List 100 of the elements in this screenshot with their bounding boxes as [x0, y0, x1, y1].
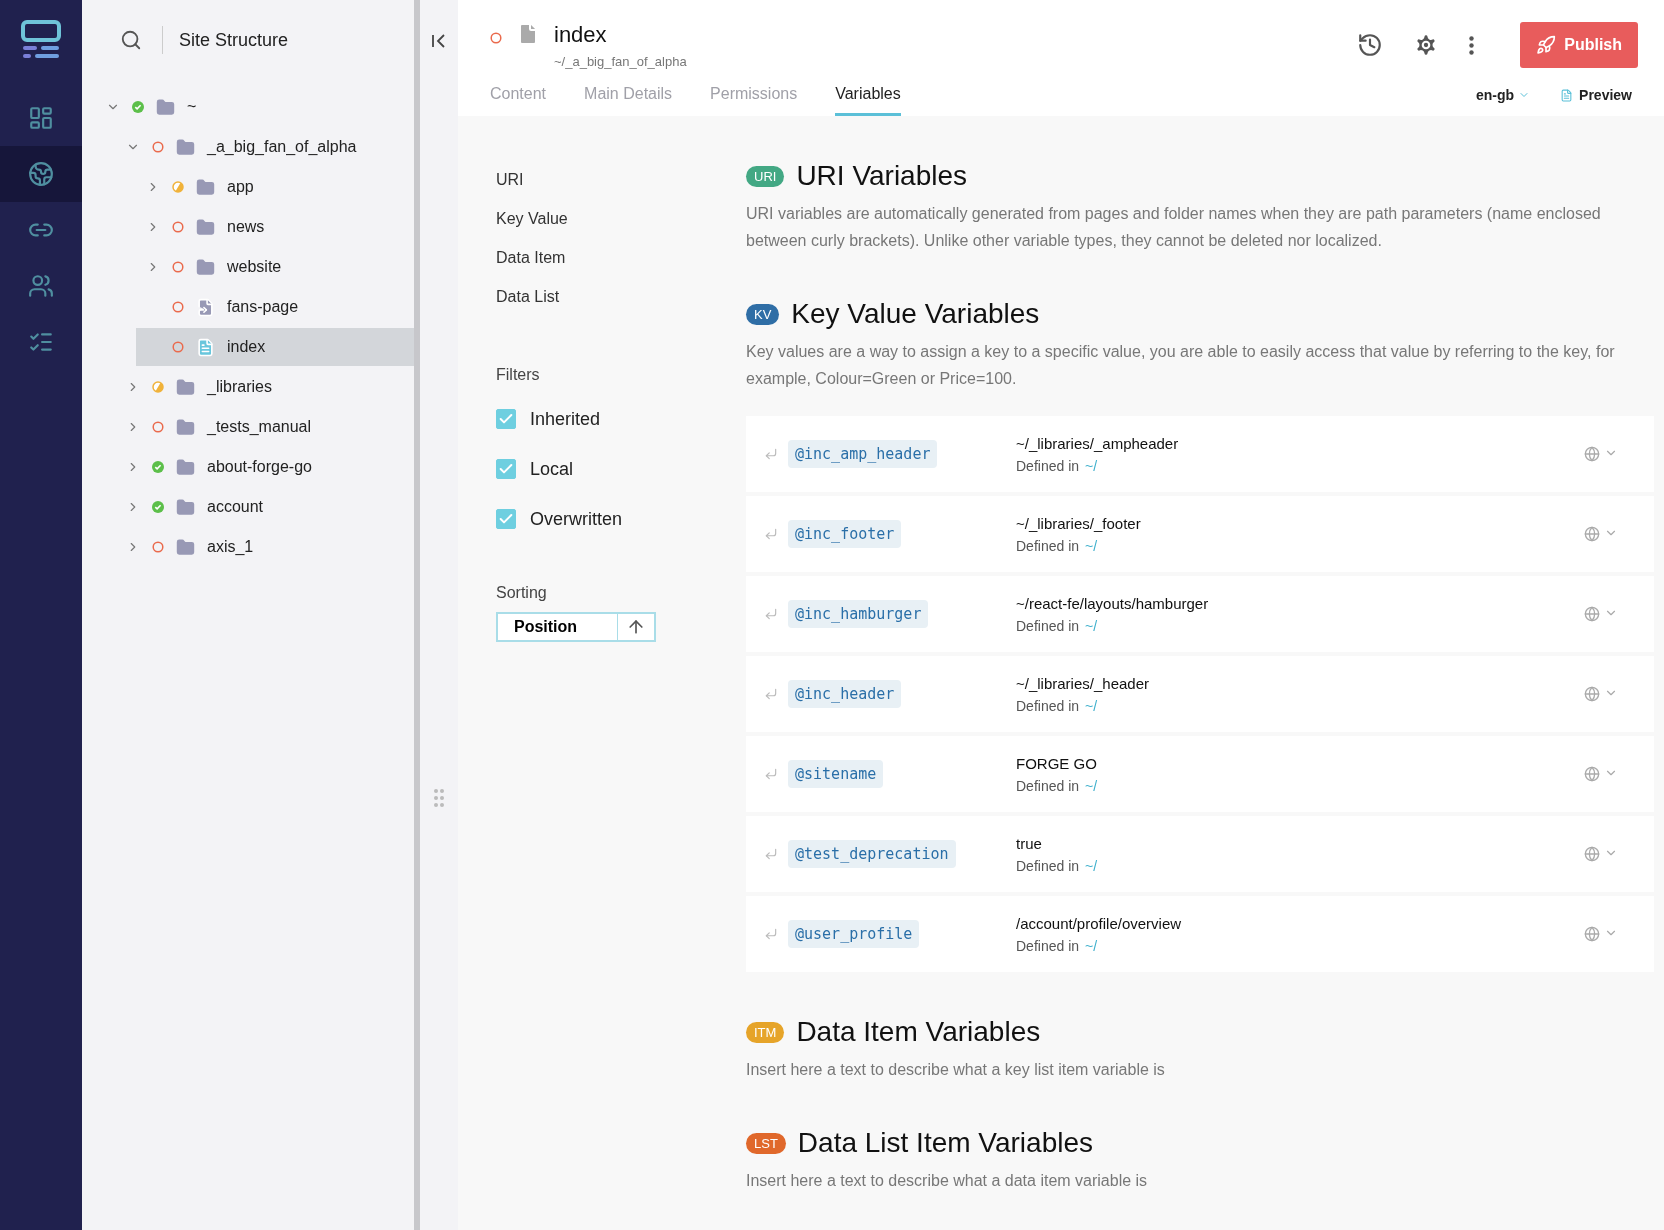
defined-in-label: Defined in — [1016, 537, 1080, 554]
tree-item[interactable]: axis_1 — [116, 528, 414, 566]
tree-item-label: fans-page — [227, 298, 299, 316]
globe-icon — [1584, 766, 1600, 782]
folder-icon — [176, 537, 195, 557]
tab[interactable]: Variables — [835, 85, 901, 116]
checkbox[interactable] — [496, 509, 516, 529]
tree-item[interactable]: _libraries — [116, 368, 414, 406]
defined-in-label: Defined in — [1016, 857, 1080, 874]
more-icon — [1469, 35, 1475, 55]
checkbox-label: Local — [530, 458, 574, 480]
section-description: URI variables are automatically generated from pages and folder names when they are path parameters (name enclosed between curly brackets). Unlike other variable types, they cannot be deleted nor localized. — [746, 204, 1602, 251]
nav-item[interactable] — [0, 146, 82, 202]
section-title: Data List Item Variables — [797, 1127, 1093, 1159]
globe-icon — [28, 161, 54, 187]
collapse-icon — [430, 32, 448, 50]
variable-value: true — [1016, 834, 1043, 852]
dashboard-icon — [28, 105, 54, 131]
folder-icon — [176, 457, 195, 477]
variable-name: @sitename — [788, 760, 884, 788]
checkbox[interactable] — [496, 459, 516, 479]
variable-name: @inc_footer — [788, 520, 902, 548]
filters-heading: Filters — [496, 366, 541, 384]
document-icon — [196, 297, 215, 317]
variable-value: ~/react-fe/layouts/hamburger — [1016, 594, 1209, 612]
defined-in-label: Defined in — [1016, 617, 1080, 634]
preview-button[interactable]: Preview — [1554, 86, 1638, 104]
checkbox-label: Inherited — [530, 408, 601, 430]
page-path: ~/_a_big_fan_of_alpha — [554, 54, 687, 69]
folder-icon — [176, 497, 195, 517]
globe-icon — [1584, 606, 1600, 622]
section-title: URI Variables — [796, 160, 968, 192]
section-badge: KV — [746, 303, 780, 325]
return-arrow-icon — [764, 687, 778, 701]
variable-value: ~/_libraries/_header — [1016, 674, 1149, 692]
globe-icon — [1584, 926, 1600, 942]
folder-icon — [196, 177, 215, 197]
return-arrow-icon — [764, 527, 778, 541]
section-title: Data Item Variables — [796, 1016, 1041, 1048]
tree-item-label: axis_1 — [207, 538, 254, 556]
defined-in-label: Defined in — [1016, 457, 1080, 474]
globe-icon — [1584, 526, 1600, 542]
tree-item-label: index — [227, 338, 266, 356]
document-icon — [196, 337, 215, 357]
variable-value: FORGE GO — [1016, 754, 1098, 772]
tree-item-label: account — [207, 498, 264, 516]
variable-value: ~/_libraries/_footer — [1016, 514, 1141, 532]
tree-item[interactable]: app — [136, 168, 414, 206]
rocket-icon — [1536, 35, 1557, 55]
search-icon — [120, 29, 142, 51]
history-icon — [1357, 32, 1384, 58]
section-link[interactable]: URI — [496, 160, 524, 199]
defined-in-label: Defined in — [1016, 697, 1080, 714]
section-description: Key values are a way to assign a key to a specific value, you are able to easily access that value by referring to the key, for example, Colour=Green or Price=100. — [746, 342, 1616, 389]
tree-item[interactable]: account — [116, 488, 414, 526]
tree-item-label: about-forge-go — [207, 458, 312, 476]
tree-item-label: _libraries — [207, 378, 272, 396]
tree-item[interactable]: index — [136, 328, 414, 366]
locale-dropdown[interactable]: en-gb — [1469, 86, 1537, 104]
variable-name: @test_deprecation — [788, 840, 956, 868]
section-link[interactable]: Key Value — [496, 199, 568, 238]
document-icon — [1560, 88, 1574, 102]
tree-item-label: app — [227, 178, 254, 196]
tree-item-label: _a_big_fan_of_alpha — [207, 138, 357, 156]
folder-icon — [156, 97, 175, 117]
variable-name: @user_profile — [788, 920, 920, 948]
drag-handle-icon[interactable] — [434, 789, 444, 807]
logo-icon — [21, 20, 61, 60]
tree-item[interactable]: _tests_manual — [116, 408, 414, 446]
sorting-heading: Sorting — [496, 584, 548, 602]
globe-icon — [1584, 446, 1600, 462]
return-arrow-icon — [764, 927, 778, 941]
variable-name: @inc_header — [788, 680, 902, 708]
variable-name: @inc_hamburger — [788, 600, 929, 628]
return-arrow-icon — [764, 847, 778, 861]
section-link[interactable]: Data List — [496, 277, 560, 316]
tree-item[interactable]: news — [136, 208, 414, 246]
variable-value: /account/profile/overview — [1016, 914, 1182, 932]
folder-icon — [176, 137, 195, 157]
globe-icon — [1584, 846, 1600, 862]
users-icon — [28, 273, 54, 299]
tree-item[interactable]: ~ — [96, 88, 414, 126]
checkbox-label: Overwritten — [530, 508, 623, 530]
tree-item[interactable]: website — [136, 248, 414, 286]
return-arrow-icon — [764, 767, 778, 781]
section-badge: ITM — [746, 1021, 785, 1043]
globe-icon — [1584, 686, 1600, 702]
folder-icon — [176, 377, 195, 397]
checkbox[interactable] — [496, 409, 516, 429]
tree-item-label: news — [227, 218, 265, 236]
tree-item[interactable]: _a_big_fan_of_alpha — [116, 128, 414, 166]
section-description: Insert here a text to describe what a key list item variable is — [746, 1060, 1166, 1080]
folder-icon — [176, 417, 195, 437]
return-arrow-icon — [764, 607, 778, 621]
section-link[interactable]: Data Item — [496, 238, 566, 277]
tree-item[interactable]: fans-page — [136, 288, 414, 326]
variable-name: @inc_amp_header — [788, 440, 938, 468]
tree-item[interactable]: about-forge-go — [116, 448, 414, 486]
section-title: Key Value Variables — [791, 298, 1040, 330]
defined-in-label: Defined in — [1016, 777, 1080, 794]
